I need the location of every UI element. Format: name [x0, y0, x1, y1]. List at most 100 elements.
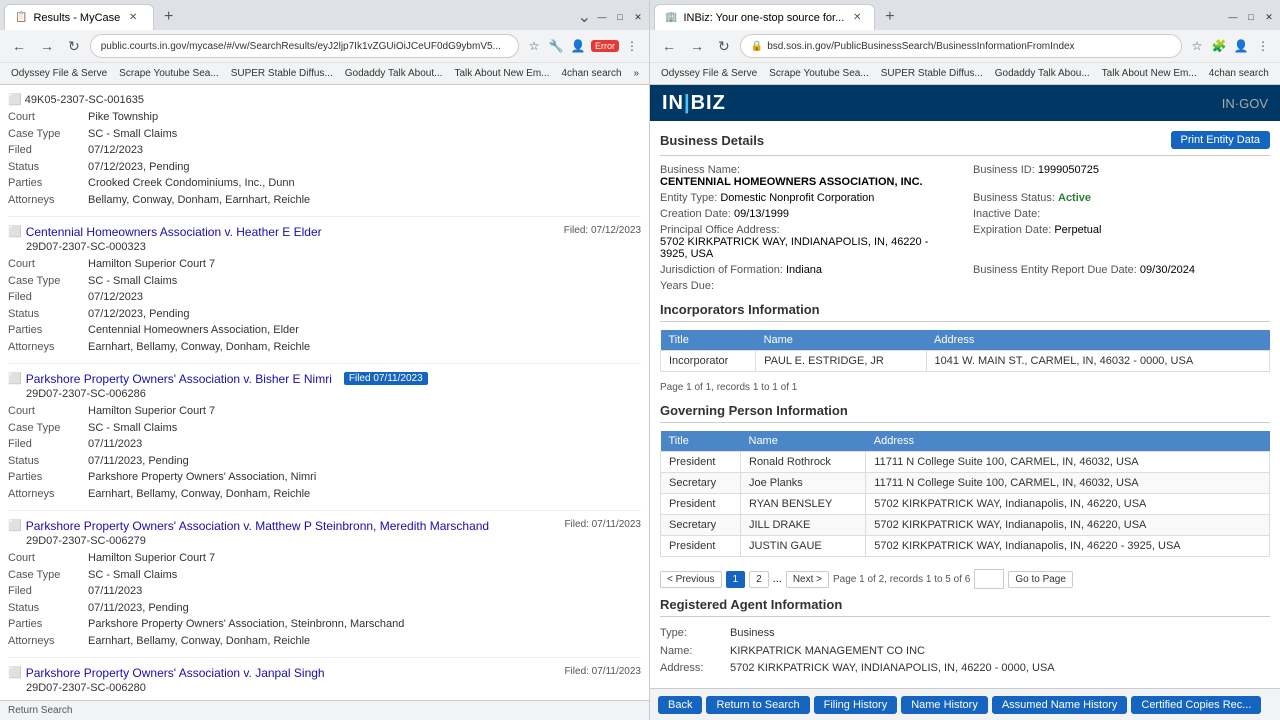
gov-title-2: Secretary	[661, 473, 741, 494]
right-bookmark-odyssey[interactable]: Odyssey File & Serve	[658, 67, 760, 80]
left-status-bar: Return Search	[0, 700, 649, 720]
right-forward-btn[interactable]: →	[686, 36, 708, 56]
right-url-box[interactable]: 🔒 bsd.sos.in.gov/PublicBusinessSearch/Bu…	[740, 34, 1182, 58]
right-close-btn[interactable]: ✕	[1262, 10, 1276, 24]
governing-pagination: < Previous 1 2 ... Next > Page 1 of 2, r…	[660, 565, 1270, 597]
bookmark-odyssey[interactable]: Odyssey File & Serve	[8, 67, 110, 80]
minimize-btn[interactable]: —	[595, 10, 609, 24]
case-icon-1: ⬜	[8, 94, 22, 106]
right-active-tab[interactable]: 🏢 INBiz: Your one-stop source for... ✕	[654, 4, 875, 30]
right-back-btn[interactable]: ←	[658, 36, 680, 56]
right-bookmark-4chan[interactable]: 4chan search	[1206, 67, 1272, 80]
bookmark-icon[interactable]: ☆	[525, 37, 543, 55]
bookmark-4chan[interactable]: 4chan search	[559, 67, 625, 80]
extensions-icon[interactable]: 🔧	[547, 37, 565, 55]
left-panel: 📋 Results - MyCase ✕ + ⌄ — □ ✕ ← → ↻ pub…	[0, 0, 650, 720]
case-title-4[interactable]: Parkshore Property Owners' Association v…	[26, 519, 489, 533]
return-to-search-button[interactable]: Return to Search	[706, 696, 809, 714]
business-name-value: CENTENNIAL HOMEOWNERS ASSOCIATION, INC.	[660, 176, 923, 188]
forward-btn[interactable]: →	[36, 36, 58, 56]
right-new-tab-button[interactable]: +	[879, 6, 900, 28]
case-entry-1: ⬜ 49K05-2307-SC-001635 CourtPike Townshi…	[8, 85, 641, 217]
gov-row-2: Secretary Joe Planks 11711 N College Sui…	[661, 473, 1270, 494]
jurisdiction-field: Jurisdiction of Formation: Indiana	[660, 264, 957, 276]
gov-row-5: President JUSTIN GAUE 5702 KIRKPATRICK W…	[661, 536, 1270, 557]
report-due-field: Business Entity Report Due Date: 09/30/2…	[973, 264, 1270, 276]
filing-history-button[interactable]: Filing History	[814, 696, 898, 714]
principal-address-label: Principal Office Address:	[660, 224, 780, 236]
page-1-btn[interactable]: 1	[726, 571, 746, 588]
right-bookmark-godaddy[interactable]: Godaddy Talk Abou...	[992, 67, 1093, 80]
ra-type-value: Business	[730, 625, 775, 643]
profile-icon[interactable]: 👤	[569, 37, 587, 55]
right-maximize-btn[interactable]: □	[1244, 10, 1258, 24]
case-icon-2: ⬜	[8, 225, 22, 238]
left-browser-chrome: 📋 Results - MyCase ✕ + ⌄ — □ ✕ ← → ↻ pub…	[0, 0, 649, 85]
bookmark-talk[interactable]: Talk About New Em...	[451, 67, 552, 80]
window-controls: ⌄ — □ ✕	[578, 7, 645, 27]
new-tab-button[interactable]: +	[158, 6, 179, 28]
entity-type-value: Domestic Nonprofit Corporation	[720, 192, 874, 204]
ra-address-value: 5702 KIRKPATRICK WAY, INDIANAPOLIS, IN, …	[730, 660, 1055, 678]
left-url-box[interactable]: public.courts.in.gov/mycase/#/vw/SearchR…	[90, 34, 519, 58]
page-info: Page 1 of 2, records 1 to 5 of 6	[833, 574, 970, 585]
right-bookmark-talk[interactable]: Talk About New Em...	[1099, 67, 1200, 80]
goto-page-btn[interactable]: Go to Page	[1008, 571, 1073, 588]
ra-type-label: Type:	[660, 625, 730, 643]
certified-copies-button[interactable]: Certified Copies Rec...	[1131, 696, 1261, 714]
menu-icon[interactable]: ⋮	[623, 37, 641, 55]
incorporators-table: Title Name Address Incorporator PAUL E. …	[660, 330, 1270, 372]
right-minimize-btn[interactable]: —	[1226, 10, 1240, 24]
bookmark-stable[interactable]: SUPER Stable Diffus...	[228, 67, 336, 80]
bookmark-godaddy[interactable]: Godaddy Talk About...	[342, 67, 446, 80]
right-profile-icon[interactable]: 👤	[1232, 37, 1250, 55]
principal-address-field: Principal Office Address: 5702 KIRKPATRI…	[660, 224, 957, 260]
ra-address-label: Address:	[660, 660, 730, 678]
page-2-btn[interactable]: 2	[749, 571, 769, 588]
next-page-btn[interactable]: Next >	[786, 571, 829, 588]
back-button[interactable]: Back	[658, 696, 702, 714]
right-reload-btn[interactable]: ↻	[714, 36, 734, 57]
goto-page-input[interactable]	[974, 569, 1004, 589]
inactive-date-label: Inactive Date:	[973, 208, 1040, 220]
right-bookmark-icon[interactable]: ☆	[1188, 37, 1206, 55]
incorporators-col-title: Title	[661, 330, 756, 351]
assumed-name-history-button[interactable]: Assumed Name History	[992, 696, 1128, 714]
business-status-label: Business Status:	[973, 192, 1055, 204]
right-menu-icon[interactable]: ⋮	[1254, 37, 1272, 55]
business-status-field: Business Status: Active	[973, 192, 1270, 204]
case-title-3[interactable]: Parkshore Property Owners' Association v…	[26, 372, 332, 386]
business-id-label: Business ID:	[973, 164, 1035, 176]
name-history-button[interactable]: Name History	[901, 696, 988, 714]
print-entity-button[interactable]: Print Entity Data	[1171, 131, 1270, 149]
right-address-bar: ← → ↻ 🔒 bsd.sos.in.gov/PublicBusinessSea…	[650, 30, 1280, 62]
case-filed-date-4: Filed: 07/11/2023	[564, 519, 641, 530]
left-tab-close[interactable]: ✕	[126, 11, 140, 25]
right-panel: 🏢 INBiz: Your one-stop source for... ✕ +…	[650, 0, 1280, 720]
bookmark-scrape[interactable]: Scrape Youtube Sea...	[116, 67, 222, 80]
close-btn[interactable]: ✕	[631, 10, 645, 24]
case-title-5[interactable]: Parkshore Property Owners' Association v…	[26, 666, 325, 680]
incorporators-pagination: Page 1 of 1, records 1 to 1 of 1	[660, 380, 1270, 395]
case-title-2[interactable]: Centennial Homeowners Association v. Hea…	[26, 225, 322, 239]
prev-page-btn[interactable]: < Previous	[660, 571, 722, 588]
back-btn[interactable]: ←	[8, 36, 30, 56]
expiration-date-field: Expiration Date: Perpetual	[973, 224, 1270, 260]
entity-type-label: Entity Type:	[660, 192, 717, 204]
years-due-field: Years Due:	[660, 280, 957, 292]
right-extensions-icon[interactable]: 🧩	[1210, 37, 1228, 55]
years-due-label: Years Due:	[660, 280, 714, 292]
case-entry-2: ⬜ Centennial Homeowners Association v. H…	[8, 217, 641, 364]
left-active-tab[interactable]: 📋 Results - MyCase ✕	[4, 4, 154, 30]
maximize-btn[interactable]: □	[613, 10, 627, 24]
right-bookmark-stable[interactable]: SUPER Stable Diffus...	[878, 67, 986, 80]
more-bookmarks[interactable]: »	[631, 67, 643, 80]
reload-btn[interactable]: ↻	[64, 36, 84, 57]
lock-icon: 🔒	[751, 41, 763, 52]
collapse-btn[interactable]: ⌄	[578, 7, 591, 27]
gov-row-4: Secretary JILL DRAKE 5702 KIRKPATRICK WA…	[661, 515, 1270, 536]
right-tab-close[interactable]: ✕	[850, 11, 864, 25]
right-bookmark-scrape[interactable]: Scrape Youtube Sea...	[766, 67, 872, 80]
ra-name-value: KIRKPATRICK MANAGEMENT CO INC	[730, 643, 925, 661]
error-badge[interactable]: Error	[591, 40, 619, 52]
